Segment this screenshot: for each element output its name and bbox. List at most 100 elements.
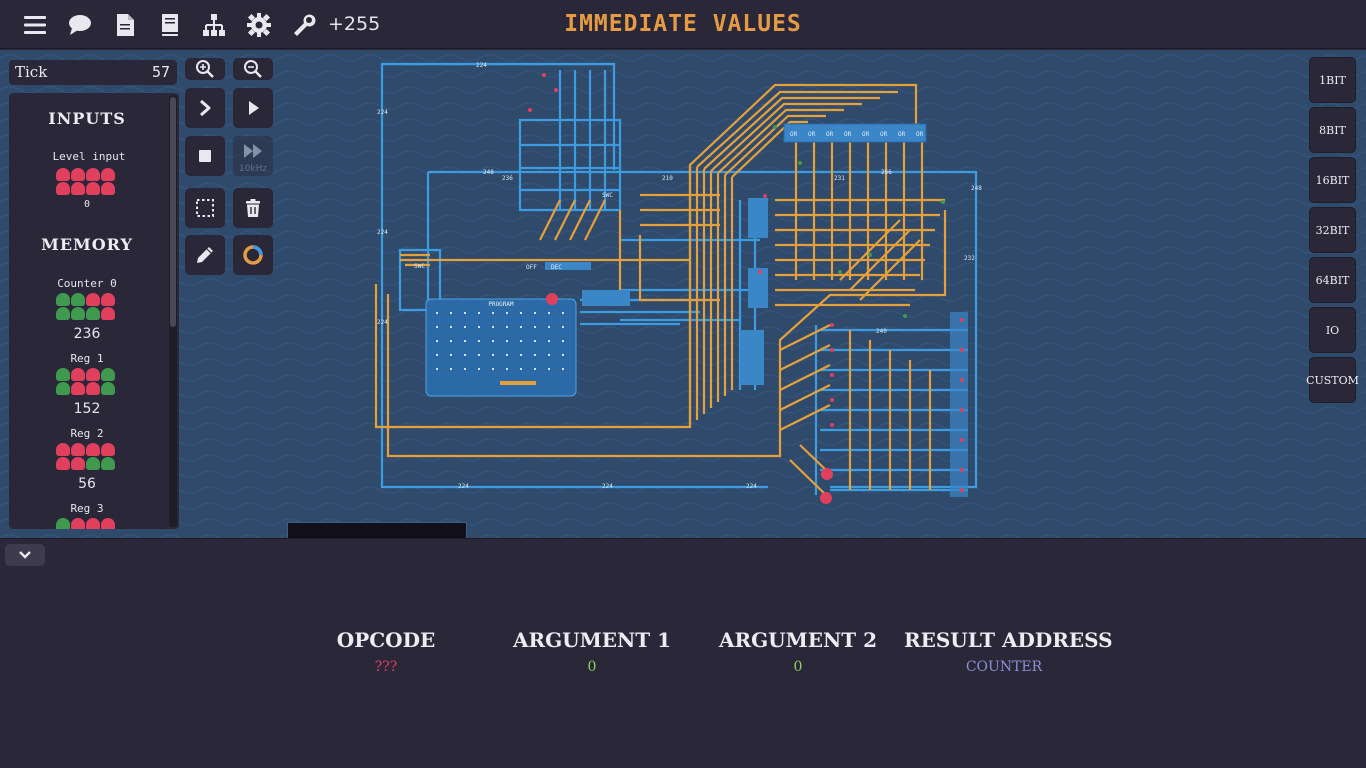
svg-text:DEC: DEC	[551, 264, 562, 271]
result-address-column: RESULT ADDRESS COUNTER	[904, 628, 1113, 675]
argument-1-header: ARGUMENT 1	[512, 628, 672, 652]
opcode-value: ???	[374, 659, 398, 675]
state-panel: INPUTS Level input 0 MEMORY Counter 0 23…	[9, 93, 179, 529]
level-input-label: Level input	[52, 150, 126, 163]
tick-value: 57	[151, 63, 170, 81]
svg-text:224: 224	[602, 483, 613, 490]
bit-lamp	[86, 443, 100, 456]
program-memory: PROGRAM	[425, 298, 577, 397]
play-button[interactable]	[233, 88, 273, 128]
reg-3-bits	[56, 518, 118, 529]
bit-lamp	[86, 382, 100, 395]
svg-text:236: 236	[502, 175, 513, 182]
delete-button[interactable]	[233, 188, 273, 228]
svg-text:232: 232	[964, 255, 975, 262]
reg-1-value: 152	[73, 401, 101, 417]
stop-icon	[199, 150, 211, 162]
select-area-button[interactable]	[185, 188, 225, 228]
bit-lamp	[56, 457, 70, 470]
svg-text:210: 210	[662, 175, 673, 182]
bit-lamp	[101, 443, 115, 456]
svg-text:231: 231	[834, 175, 845, 182]
zoom-out-icon	[244, 60, 262, 78]
zoom-in-button[interactable]	[185, 58, 225, 80]
fast-forward-icon	[244, 144, 262, 158]
scrollbar-thumb[interactable]	[170, 97, 176, 327]
reg-2-bits	[56, 443, 118, 470]
component-8bit-button[interactable]: 8BIT	[1309, 107, 1356, 153]
bit-lamp	[86, 518, 100, 529]
stop-button[interactable]	[185, 136, 225, 176]
counter-0-value: 236	[73, 326, 101, 342]
bit-lamp	[86, 293, 100, 306]
bit-lamp	[56, 293, 70, 306]
result-address-value: COUNTER	[965, 659, 1043, 675]
bit-lamp	[56, 382, 70, 395]
bit-lamp	[101, 168, 115, 181]
bit-lamp	[56, 182, 70, 195]
svg-text:224: 224	[377, 229, 388, 236]
svg-text:SWC: SWC	[414, 263, 425, 270]
argument-2-header: ARGUMENT 2	[718, 628, 878, 652]
bit-lamp	[101, 368, 115, 381]
svg-text:OFF: OFF	[526, 264, 537, 271]
bit-lamp	[71, 368, 85, 381]
bit-lamp	[56, 168, 70, 181]
component-io-button[interactable]: IO	[1309, 307, 1356, 353]
svg-text:224: 224	[458, 483, 469, 490]
reg-2-label: Reg 2	[70, 427, 104, 440]
svg-text:266: 266	[881, 169, 892, 176]
inputs-title: INPUTS	[48, 109, 126, 128]
opcode-column: OPCODE ???	[336, 628, 436, 675]
component-16bit-button[interactable]: 16BIT	[1309, 157, 1356, 203]
argument-2-column: ARGUMENT 2 0	[718, 628, 878, 675]
bit-lamp	[71, 443, 85, 456]
bit-lamp	[101, 293, 115, 306]
bit-lamp	[56, 518, 70, 529]
bit-lamp	[71, 168, 85, 181]
step-button[interactable]	[185, 88, 225, 128]
svg-text:240: 240	[876, 328, 887, 335]
bit-lamp	[86, 457, 100, 470]
bit-lamp	[86, 368, 100, 381]
svg-text:224: 224	[476, 62, 487, 69]
component-32bit-button[interactable]: 32BIT	[1309, 207, 1356, 253]
bit-lamp	[56, 443, 70, 456]
color-picker-button[interactable]	[233, 235, 273, 275]
bit-lamp	[101, 307, 115, 320]
collapsed-panel-tab[interactable]	[287, 522, 467, 539]
collapse-button[interactable]	[5, 544, 45, 566]
svg-text:248: 248	[971, 185, 982, 192]
component-1bit-button[interactable]: 1BIT	[1309, 57, 1356, 103]
app-window: +255 IMMEDIATE VALUES PROGRAM 224 224 24…	[0, 0, 1366, 768]
svg-text:224: 224	[377, 319, 388, 326]
bit-lamp	[101, 518, 115, 529]
svg-text:224: 224	[746, 483, 757, 490]
info-panel: OPCODE ??? ARGUMENT 1 0 ARGUMENT 2 0 RES…	[0, 538, 1366, 768]
bit-lamp	[71, 382, 85, 395]
bit-lamp	[71, 307, 85, 320]
argument-1-column: ARGUMENT 1 0	[512, 628, 672, 675]
svg-text:OR: OR	[916, 131, 924, 138]
bit-lamp	[56, 368, 70, 381]
svg-text:OR: OR	[790, 131, 798, 138]
play-icon	[249, 101, 259, 115]
svg-text:OR: OR	[808, 131, 816, 138]
fast-forward-button[interactable]: 10kHz	[233, 136, 273, 176]
panel-scrollbar[interactable]	[169, 95, 177, 527]
zoom-in-icon	[196, 60, 214, 78]
level-title: IMMEDIATE VALUES	[564, 11, 802, 37]
argument-2-value: 0	[793, 659, 803, 675]
component-64bit-button[interactable]: 64BIT	[1309, 257, 1356, 303]
memory-title: MEMORY	[41, 235, 133, 254]
bit-lamp	[71, 457, 85, 470]
argument-1-value: 0	[587, 659, 597, 675]
svg-text:OR: OR	[898, 131, 906, 138]
selection-icon	[196, 199, 214, 217]
svg-text:248: 248	[483, 169, 494, 176]
bit-lamp	[101, 182, 115, 195]
pencil-button[interactable]	[185, 235, 225, 275]
zoom-out-button[interactable]	[233, 58, 273, 80]
component-custom-button[interactable]: CUSTOM	[1306, 357, 1359, 403]
counter-0-bits	[56, 293, 118, 320]
